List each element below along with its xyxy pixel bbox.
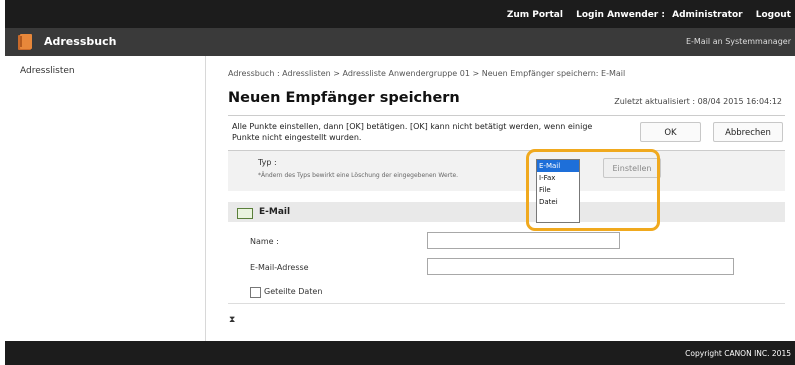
login-user-label: Login Anwender : [576, 10, 665, 20]
copyright: Copyright CANON INC. 2015 [685, 349, 791, 358]
ok-button[interactable]: OK [640, 122, 701, 142]
last-updated: Zuletzt aktualisiert : 08/04 2015 16:04:… [614, 97, 782, 106]
header-links: Zum Portal Login Anwender : Administrato… [497, 10, 791, 20]
type-option-datei[interactable]: Datei [537, 196, 579, 208]
email-icon [237, 208, 253, 219]
portal-link[interactable]: Zum Portal [507, 10, 563, 20]
section-title: E-Mail [259, 207, 291, 217]
type-row: Typ : *Ändern des Typs bewirkt eine Lösc… [228, 151, 785, 191]
type-hint: *Ändern des Typs bewirkt eine Löschung d… [258, 172, 459, 179]
info-bar: Alle Punkte einstellen, dann [OK] betäti… [228, 115, 785, 151]
name-label: Name : [250, 237, 279, 246]
type-option-ifax[interactable]: I-Fax [537, 172, 579, 184]
footer: Copyright CANON INC. 2015 [5, 341, 795, 365]
app-title: Adressbuch [44, 35, 117, 48]
sidebar-item-adresslisten[interactable]: Adresslisten [5, 66, 205, 82]
user-name: Administrator [672, 10, 743, 20]
title-bar: Adressbuch E-Mail an Systemmanager [5, 28, 795, 56]
shared-data-label: Geteilte Daten [264, 287, 323, 296]
sidebar: Adresslisten [5, 56, 206, 341]
type-option-file[interactable]: File [537, 184, 579, 196]
type-dropdown[interactable]: E-Mail I-Fax File Datei [536, 159, 580, 223]
name-input[interactable] [427, 232, 620, 249]
cancel-button[interactable]: Abbrechen [713, 122, 783, 142]
shared-data-checkbox[interactable] [250, 287, 261, 298]
addressbook-icon [18, 34, 32, 50]
main-content: Adressbuch : Adresslisten > Adressliste … [206, 56, 795, 341]
type-label: Typ : [258, 158, 277, 167]
email-label: E-Mail-Adresse [250, 263, 309, 272]
divider [228, 303, 785, 304]
email-section-header: E-Mail [228, 202, 785, 222]
email-input[interactable] [427, 258, 734, 275]
email-sysadmin-link[interactable]: E-Mail an Systemmanager [686, 37, 791, 46]
info-message: Alle Punkte einstellen, dann [OK] betäti… [232, 122, 593, 142]
hourglass-icon: ⧗ [229, 315, 236, 325]
logout-link[interactable]: Logout [756, 10, 791, 20]
breadcrumb: Adressbuch : Adresslisten > Adressliste … [228, 69, 626, 78]
top-bar: Zum Portal Login Anwender : Administrato… [5, 0, 795, 28]
page-title: Neuen Empfänger speichern [228, 90, 460, 106]
type-option-email[interactable]: E-Mail [537, 160, 579, 172]
